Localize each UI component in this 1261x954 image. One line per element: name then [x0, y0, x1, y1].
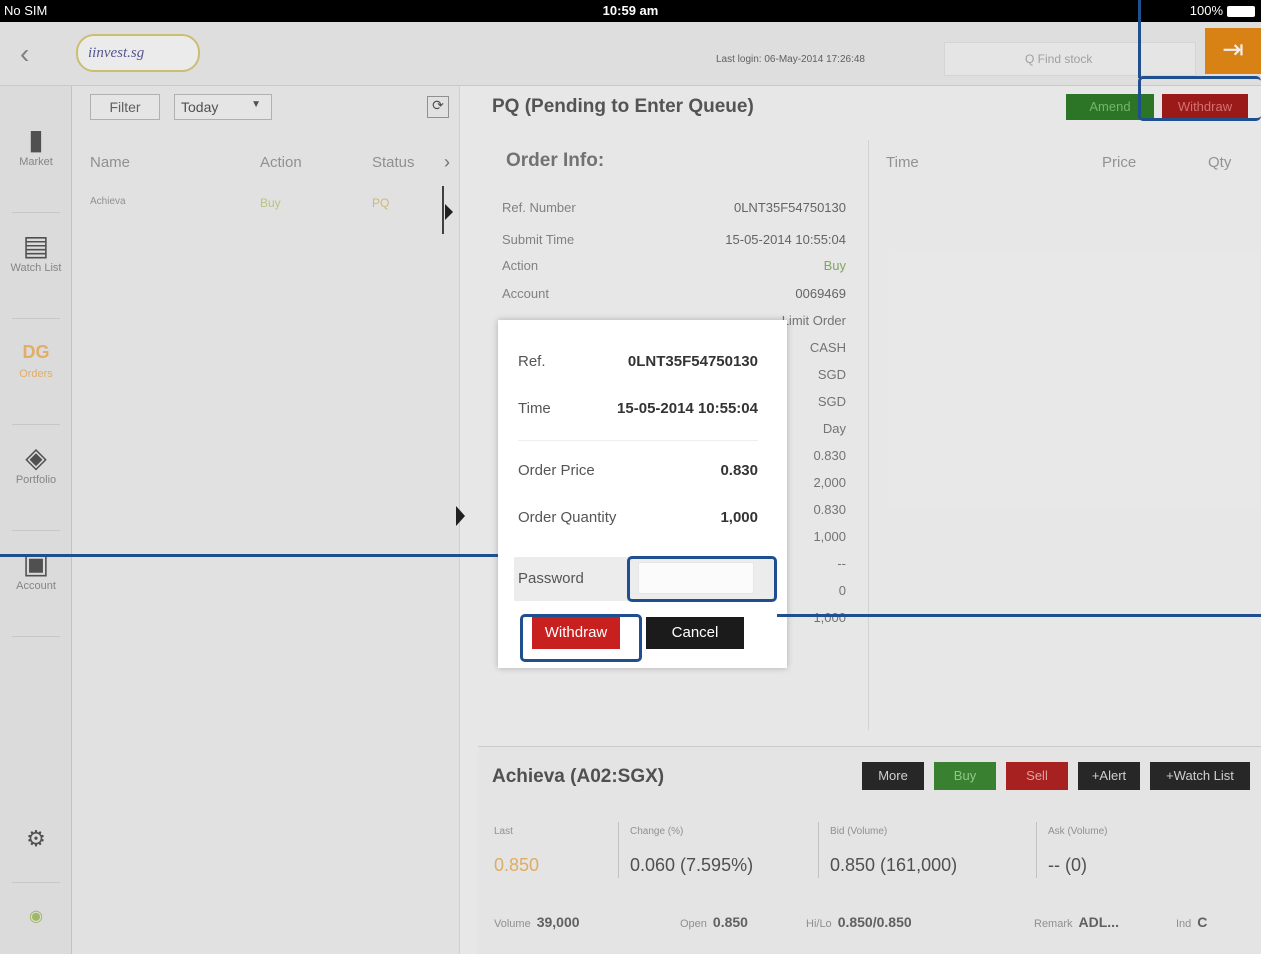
annotation-line: [1138, 0, 1141, 78]
password-label: Password: [518, 570, 584, 587]
battery-label: 100%: [1189, 3, 1223, 18]
clock-label: 10:59 am: [602, 3, 659, 18]
cancel-button[interactable]: Cancel: [646, 617, 744, 649]
battery-icon: [1227, 6, 1255, 17]
annotation-box: [520, 614, 642, 662]
annotation-box: [1138, 76, 1261, 121]
annotation-box: [627, 556, 777, 602]
annotation-line: [777, 614, 1261, 617]
app-screen: No SIM 10:59 am 100% ‹ iinvest.sg Last l…: [0, 0, 1261, 954]
annotation-line: [0, 554, 498, 557]
status-bar: No SIM 10:59 am 100%: [0, 0, 1261, 22]
